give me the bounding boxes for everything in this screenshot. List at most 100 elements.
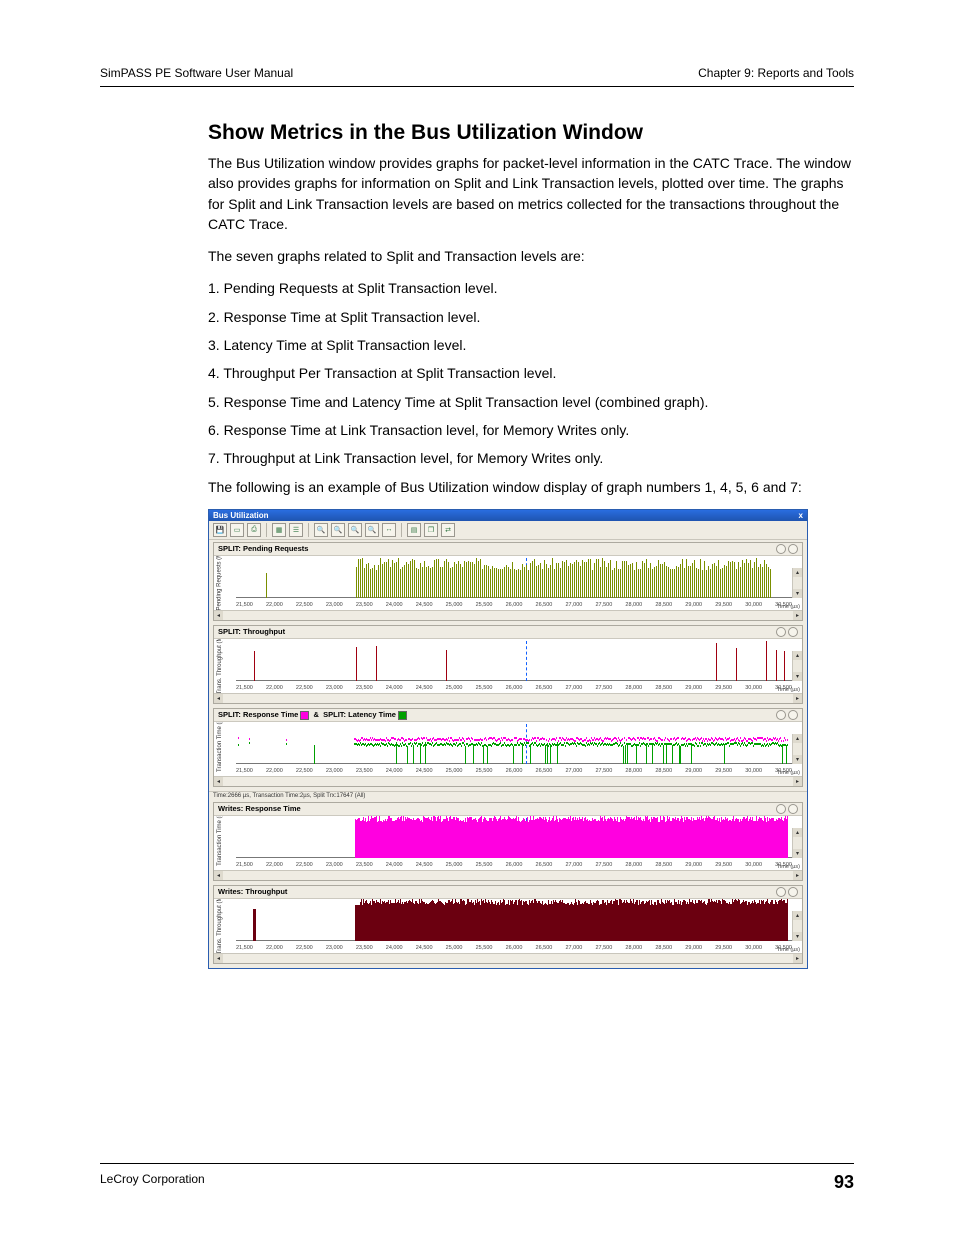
- pane-collapse-icon[interactable]: [776, 544, 786, 554]
- x-tick: 30,000: [745, 768, 762, 774]
- window-titlebar[interactable]: Bus Utilization x: [209, 510, 807, 521]
- vertical-scrollbar[interactable]: ▴▾: [792, 828, 802, 858]
- horizontal-scrollbar[interactable]: ◂▸: [214, 870, 802, 880]
- x-tick: 29,000: [685, 685, 702, 691]
- x-tick: 23,500: [356, 602, 373, 608]
- horizontal-scrollbar[interactable]: ◂▸: [214, 693, 802, 703]
- horizontal-scrollbar[interactable]: ◂▸: [214, 776, 802, 786]
- scroll-right-icon[interactable]: ▸: [793, 777, 802, 786]
- horizontal-scrollbar[interactable]: ◂▸: [214, 953, 802, 963]
- baseline: [236, 763, 792, 764]
- x-axis-unit: Time (µs): [777, 604, 800, 610]
- pane-collapse-icon[interactable]: [776, 627, 786, 637]
- paragraph: The Bus Utilization window provides grap…: [208, 153, 854, 234]
- tile-icon[interactable]: ▤: [407, 523, 421, 537]
- x-tick: 24,000: [386, 862, 403, 868]
- pane-close-icon[interactable]: [788, 544, 798, 554]
- pane-collapse-icon[interactable]: [776, 804, 786, 814]
- scroll-up-icon[interactable]: ▴: [793, 651, 802, 660]
- x-tick: 25,500: [476, 602, 493, 608]
- close-icon[interactable]: x: [799, 511, 803, 520]
- y-axis-label: Pending Requests (M)(n): [214, 556, 227, 598]
- x-tick: 22,000: [266, 602, 283, 608]
- x-tick: 26,000: [506, 685, 523, 691]
- fit-icon[interactable]: ↔: [382, 523, 396, 537]
- pane-title: SPLIT: Response Time & SPLIT: Latency Ti…: [214, 709, 802, 722]
- page-title: Show Metrics in the Bus Utilization Wind…: [208, 121, 854, 145]
- vertical-scrollbar[interactable]: ▴▾: [792, 651, 802, 681]
- x-tick: 27,500: [595, 768, 612, 774]
- scroll-down-icon[interactable]: ▾: [793, 932, 802, 941]
- scroll-left-icon[interactable]: ◂: [214, 611, 223, 620]
- x-tick: 25,000: [446, 768, 463, 774]
- scroll-down-icon[interactable]: ▾: [793, 849, 802, 858]
- x-axis: 21,50022,00022,50023,00023,50024,00024,5…: [236, 600, 792, 610]
- scroll-down-icon[interactable]: ▾: [793, 672, 802, 681]
- x-tick: 30,000: [745, 945, 762, 951]
- horizontal-scrollbar[interactable]: ◂▸: [214, 610, 802, 620]
- chart-pane: Writes: ThroughputTrans. Throughput (MB/…: [213, 885, 803, 964]
- print-icon[interactable]: ⎙: [247, 523, 261, 537]
- scroll-left-icon[interactable]: ◂: [214, 871, 223, 880]
- x-tick: 28,500: [655, 602, 672, 608]
- sync-icon[interactable]: ⇄: [441, 523, 455, 537]
- scroll-right-icon[interactable]: ▸: [793, 694, 802, 703]
- scroll-right-icon[interactable]: ▸: [793, 611, 802, 620]
- plot-area[interactable]: [236, 558, 792, 598]
- x-tick: 29,000: [685, 862, 702, 868]
- grid-icon[interactable]: ▦: [272, 523, 286, 537]
- scroll-up-icon[interactable]: ▴: [793, 568, 802, 577]
- vertical-scrollbar[interactable]: ▴▾: [792, 568, 802, 598]
- zoom-in-icon[interactable]: 🔍: [314, 523, 328, 537]
- x-tick: 26,000: [506, 602, 523, 608]
- x-tick: 27,500: [595, 945, 612, 951]
- scroll-left-icon[interactable]: ◂: [214, 954, 223, 963]
- x-tick: 27,500: [595, 685, 612, 691]
- save-icon[interactable]: 💾: [213, 523, 227, 537]
- scroll-left-icon[interactable]: ◂: [214, 694, 223, 703]
- x-tick: 23,500: [356, 768, 373, 774]
- plot-area[interactable]: [236, 724, 792, 764]
- pane-close-icon[interactable]: [788, 804, 798, 814]
- cascade-icon[interactable]: ❐: [424, 523, 438, 537]
- pane-collapse-icon[interactable]: [776, 887, 786, 897]
- scroll-up-icon[interactable]: ▴: [793, 734, 802, 743]
- page-header: SimPASS PE Software User Manual Chapter …: [100, 60, 854, 87]
- zoom-fit-icon[interactable]: 🔍: [348, 523, 362, 537]
- plot-area[interactable]: [236, 641, 792, 681]
- scroll-left-icon[interactable]: ◂: [214, 777, 223, 786]
- scroll-up-icon[interactable]: ▴: [793, 911, 802, 920]
- x-tick: 28,000: [625, 685, 642, 691]
- chart-body: Trans. Throughput (MB/s)21,50022,00022,5…: [214, 639, 802, 693]
- scroll-down-icon[interactable]: ▾: [793, 755, 802, 764]
- x-tick: 29,500: [715, 602, 732, 608]
- list-item: 1. Pending Requests at Split Transaction…: [208, 278, 854, 298]
- time-marker[interactable]: [526, 641, 527, 681]
- x-tick: 25,000: [446, 602, 463, 608]
- bars-icon[interactable]: ☰: [289, 523, 303, 537]
- zoom-out-icon[interactable]: 🔍: [331, 523, 345, 537]
- pane-close-icon[interactable]: [788, 627, 798, 637]
- plot-area[interactable]: [236, 818, 792, 858]
- x-tick: 29,500: [715, 862, 732, 868]
- zoom-1x-icon[interactable]: 🔍: [365, 523, 379, 537]
- pane-collapse-icon[interactable]: [776, 710, 786, 720]
- scroll-up-icon[interactable]: ▴: [793, 828, 802, 837]
- separator: [266, 523, 267, 537]
- scroll-right-icon[interactable]: ▸: [793, 954, 802, 963]
- x-tick: 23,500: [356, 945, 373, 951]
- pane-close-icon[interactable]: [788, 710, 798, 720]
- y-axis-label: Trans. Throughput (MB/s): [214, 639, 227, 681]
- list-item: 6. Response Time at Link Transaction lev…: [208, 420, 854, 440]
- scroll-right-icon[interactable]: ▸: [793, 871, 802, 880]
- vertical-scrollbar[interactable]: ▴▾: [792, 734, 802, 764]
- open-icon[interactable]: ▭: [230, 523, 244, 537]
- x-tick: 26,500: [536, 862, 553, 868]
- vertical-scrollbar[interactable]: ▴▾: [792, 911, 802, 941]
- x-tick: 30,000: [745, 685, 762, 691]
- pane-title: Writes: Response Time: [214, 803, 802, 816]
- scroll-down-icon[interactable]: ▾: [793, 589, 802, 598]
- plot-area[interactable]: [236, 901, 792, 941]
- pane-title-text: SPLIT: Response Time & SPLIT: Latency Ti…: [218, 710, 407, 720]
- pane-close-icon[interactable]: [788, 887, 798, 897]
